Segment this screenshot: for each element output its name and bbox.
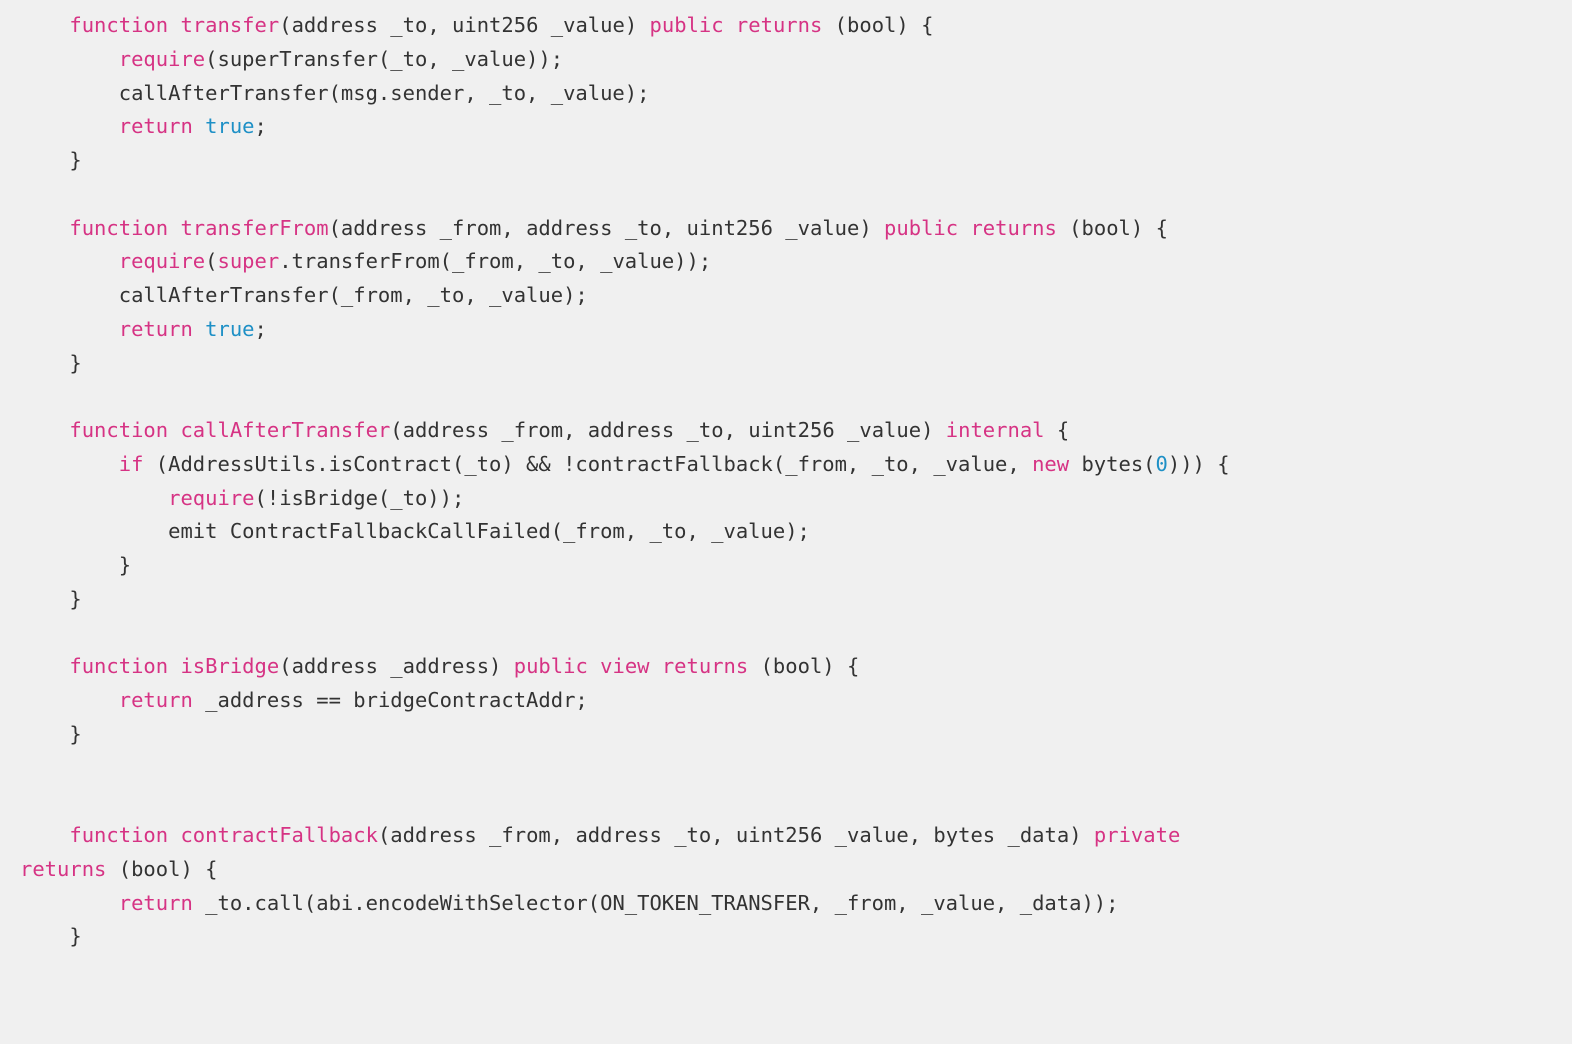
code-token: public view returns [514, 654, 749, 678]
code-token: bool [131, 857, 180, 881]
code-token: public returns [884, 216, 1057, 240]
code-token: _address) [378, 654, 514, 678]
code-token: return [119, 317, 205, 341]
code-token: function [69, 654, 180, 678]
code-token: uint256 [687, 216, 773, 240]
code-token: } [119, 553, 131, 577]
code-token: true [205, 317, 254, 341]
code-token: (!isBridge(_to)); [255, 486, 465, 510]
code-token: public returns [650, 13, 823, 37]
code-token: ; [255, 317, 267, 341]
code-token: callAfterTransfer(_from, _to, _value); [119, 283, 588, 307]
code-token: ) { [896, 13, 933, 37]
code-token: (AddressUtils.isContract(_to) && !contra… [143, 452, 1032, 476]
code-token: address [390, 823, 476, 847]
code-token: function [69, 418, 180, 442]
code-token: address [292, 13, 378, 37]
code-token: address [588, 418, 674, 442]
code-token: ( [329, 216, 341, 240]
code-token: } [69, 587, 81, 611]
code-token: ) { [822, 654, 859, 678]
code-token: return [119, 688, 193, 712]
code-token: _value) [835, 418, 946, 442]
code-token: if [119, 452, 144, 476]
code-token: bool [847, 13, 896, 37]
code-token: _to, [662, 823, 736, 847]
code-token: return [119, 891, 193, 915]
code-token: transfer [180, 13, 279, 37]
code-token: address [403, 418, 489, 442]
code-token: { [1045, 418, 1070, 442]
code-token: ( [205, 249, 217, 273]
code-token: address [575, 823, 661, 847]
code-token: bytes [933, 823, 995, 847]
code-token: emit ContractFallbackCallFailed(_from, _… [168, 519, 810, 543]
code-token: internal [946, 418, 1045, 442]
code-token: super [218, 249, 280, 273]
code-token: ( [1057, 216, 1082, 240]
code-token: function [69, 823, 180, 847]
code-token: require [119, 47, 205, 71]
code-token: } [69, 351, 81, 375]
code-token: ) { [1131, 216, 1168, 240]
code-token: require [119, 249, 205, 273]
code-token: } [69, 148, 81, 172]
code-token: ))) { [1168, 452, 1230, 476]
code-token: } [69, 924, 81, 948]
code-token: bytes( [1069, 452, 1155, 476]
code-token: function [69, 13, 180, 37]
code-token: (superTransfer(_to, _value)); [205, 47, 563, 71]
code-token: _to, [674, 418, 748, 442]
code-token: bool [773, 654, 822, 678]
code-token: } [69, 722, 81, 746]
code-token: callAfterTransfer(msg.sender, _to, _valu… [119, 81, 650, 105]
code-token: 0 [1156, 452, 1168, 476]
code-token: ( [279, 654, 291, 678]
code-token: new [1032, 452, 1069, 476]
code-token: require [168, 486, 254, 510]
code-token: _address == bridgeContractAddr; [193, 688, 588, 712]
code-token: _from, [427, 216, 526, 240]
code-token: _value, [822, 823, 933, 847]
code-token: uint256 [452, 13, 538, 37]
code-token: ( [378, 823, 390, 847]
code-block: function transfer(address _to, uint256 _… [0, 0, 1572, 975]
code-token: bool [1082, 216, 1131, 240]
code-token: transferFrom [180, 216, 328, 240]
code-token: uint256 [748, 418, 834, 442]
code-token: returns [20, 857, 106, 881]
code-token: ( [390, 418, 402, 442]
code-token: uint256 [736, 823, 822, 847]
code-content: function transfer(address _to, uint256 _… [20, 13, 1230, 948]
code-token: return [119, 114, 205, 138]
code-token: ( [106, 857, 131, 881]
code-token: _data) [995, 823, 1094, 847]
code-token: _value) [773, 216, 884, 240]
code-token: function [69, 216, 180, 240]
code-token: _from, [489, 418, 588, 442]
code-token: _to, [378, 13, 452, 37]
code-token: ( [822, 13, 847, 37]
code-token: ( [748, 654, 773, 678]
code-token: ( [279, 13, 291, 37]
code-token: _value) [538, 13, 649, 37]
code-token: address [341, 216, 427, 240]
code-token: contractFallback [180, 823, 377, 847]
code-token: _from, [477, 823, 576, 847]
code-token: ; [255, 114, 267, 138]
code-token: callAfterTransfer [180, 418, 390, 442]
code-token: .transferFrom(_from, _to, _value)); [279, 249, 711, 273]
code-token: ) { [180, 857, 217, 881]
code-token: true [205, 114, 254, 138]
code-token: _to.call(abi.encodeWithSelector(ON_TOKEN… [193, 891, 1119, 915]
code-token: isBridge [180, 654, 279, 678]
code-token: _to, [612, 216, 686, 240]
code-token: private [1094, 823, 1180, 847]
code-token: address [292, 654, 378, 678]
code-token: address [526, 216, 612, 240]
